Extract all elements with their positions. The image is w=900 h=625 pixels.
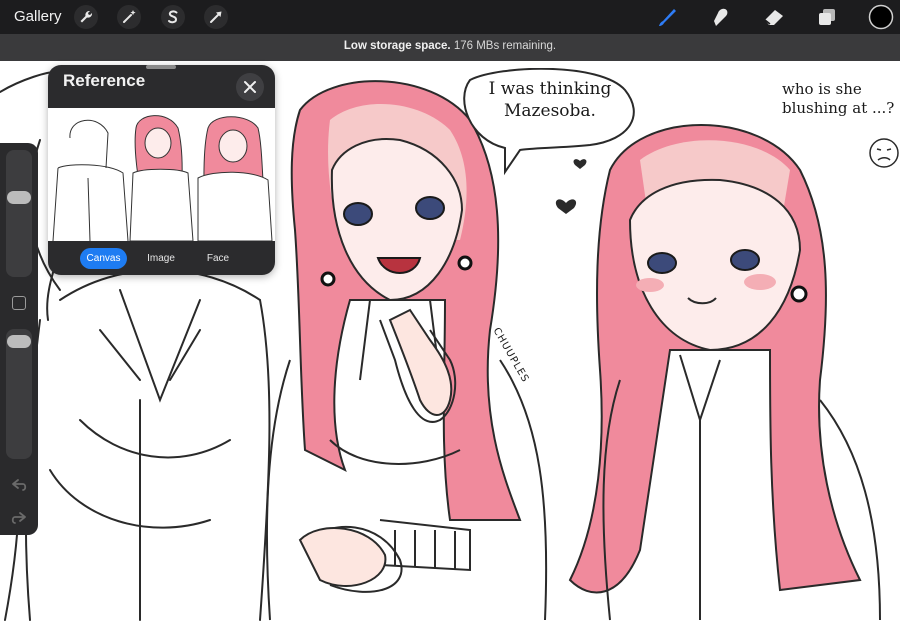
undo-icon[interactable] (10, 478, 28, 497)
magic-wand-icon[interactable] (116, 4, 142, 30)
storage-warning-title: Low storage space. (343, 40, 451, 52)
color-swatch-icon[interactable] (868, 4, 894, 30)
storage-warning-detail: 176 MBs remaining. (450, 40, 557, 52)
top-toolbar: Gallery (0, 0, 900, 34)
reference-panel[interactable]: Reference Canvas Image Face (48, 65, 275, 275)
opacity-slider[interactable] (6, 329, 32, 459)
close-reference-button[interactable] (236, 73, 264, 101)
reference-tab-canvas[interactable]: Canvas (80, 248, 127, 269)
brush-size-slider[interactable] (6, 150, 32, 277)
opacity-thumb[interactable] (7, 335, 31, 348)
redo-icon[interactable] (10, 511, 28, 530)
brush-size-thumb[interactable] (7, 191, 31, 204)
gallery-button[interactable]: Gallery (14, 8, 62, 25)
smudge-icon[interactable] (707, 4, 733, 30)
wrench-icon[interactable] (73, 4, 99, 30)
selection-icon[interactable] (160, 4, 186, 30)
layers-icon[interactable] (814, 4, 840, 30)
close-icon (244, 81, 256, 93)
reference-preview (48, 108, 275, 241)
reference-title: Reference (63, 71, 146, 90)
modify-button[interactable] (12, 296, 26, 310)
brush-sidebar (0, 143, 38, 535)
brush-icon[interactable] (654, 4, 680, 30)
storage-warning-banner: Low storage space. 176 MBs remaining. (0, 34, 900, 61)
reference-tab-image[interactable]: Image (136, 248, 186, 269)
reference-drag-handle[interactable] (146, 65, 176, 69)
transform-arrow-icon[interactable] (203, 4, 229, 30)
speech-bubble-text: I was thinking Mazesoba. (488, 79, 612, 121)
eraser-icon[interactable] (761, 4, 787, 30)
side-note-text: who is she blushing at ...? (782, 80, 895, 117)
reference-tab-face[interactable]: Face (194, 248, 242, 269)
